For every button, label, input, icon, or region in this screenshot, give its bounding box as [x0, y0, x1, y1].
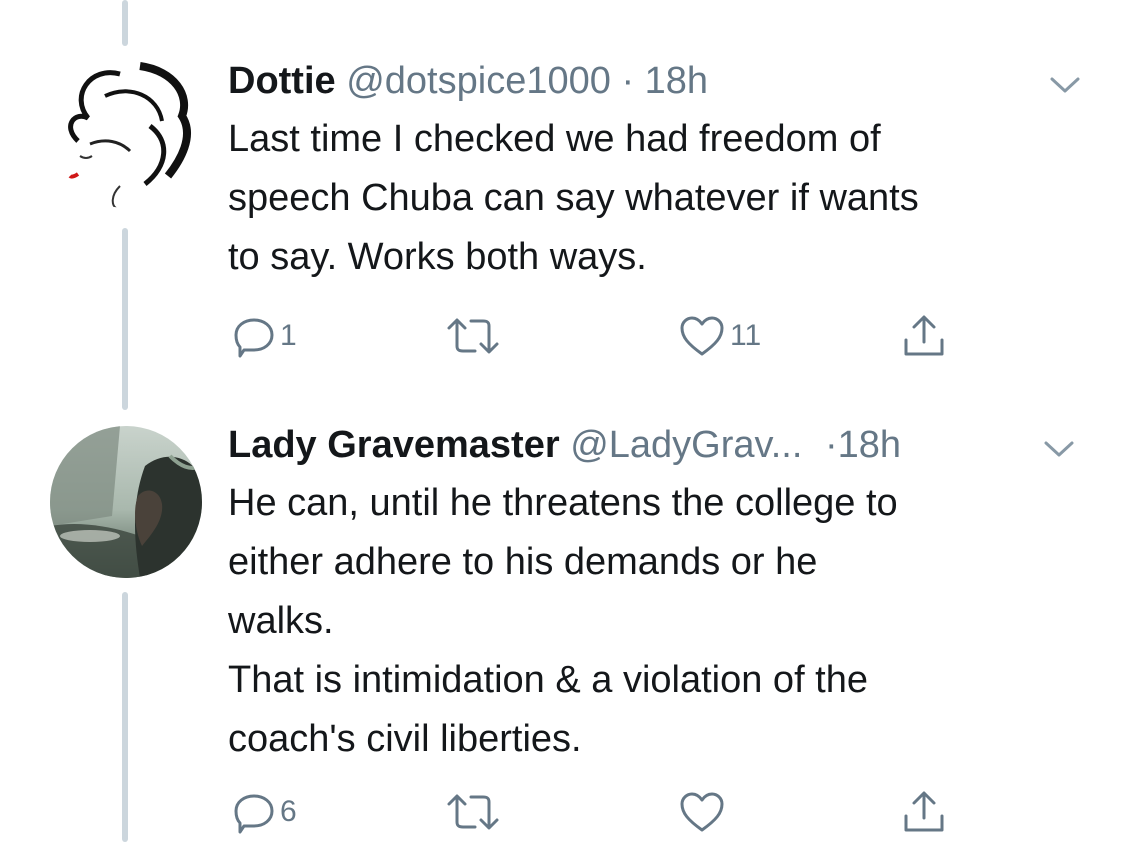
reply-button[interactable]: 6: [232, 790, 297, 834]
user-handle[interactable]: @LadyGrav...: [570, 424, 802, 466]
tweet-text-line: coach's civil liberties.: [228, 718, 582, 760]
timestamp[interactable]: 18h: [645, 60, 708, 102]
tweet-dottie[interactable]: Dottie @dotspice1000 · 18h Last time I c…: [0, 0, 1124, 400]
reply-icon: [232, 790, 276, 834]
avatar[interactable]: [50, 56, 202, 208]
tweet-actions: 1 11: [0, 306, 1124, 366]
tweet-text-line: He can, until he threatens the college t…: [228, 482, 898, 524]
retweet-icon: [445, 316, 501, 356]
reply-count: 6: [280, 795, 297, 828]
tweet-text-line: speech Chuba can say whatever if wants: [228, 177, 919, 219]
reply-count: 1: [280, 319, 297, 352]
tweet-text: Last time I checked we had freedom of sp…: [228, 110, 1078, 287]
retweet-button[interactable]: [445, 316, 505, 356]
tweet-text-line: to say. Works both ways.: [228, 236, 647, 278]
reply-button[interactable]: 1: [232, 314, 297, 358]
chevron-down-icon[interactable]: [1046, 66, 1084, 104]
separator-dot: ·: [621, 60, 635, 102]
tweet-text-line: Last time I checked we had freedom of: [228, 118, 881, 160]
tweet-text-line: either adhere to his demands or he: [228, 541, 818, 583]
tweet-text-line: That is intimidation & a violation of th…: [228, 659, 869, 701]
share-icon: [900, 788, 948, 836]
tweet-header: Lady Gravemaster @LadyGrav... ·18h: [228, 422, 901, 468]
tweet-lady-gravemaster[interactable]: Lady Gravemaster @LadyGrav... ·18h He ca…: [0, 400, 1124, 842]
tweet-actions: 6: [0, 782, 1124, 842]
heart-icon: [678, 790, 726, 834]
retweet-icon: [445, 792, 501, 832]
like-button[interactable]: [678, 790, 730, 834]
like-count: 11: [730, 319, 762, 352]
share-button[interactable]: [900, 788, 948, 836]
timestamp[interactable]: 18h: [838, 424, 901, 466]
tweet-header: Dottie @dotspice1000 · 18h: [228, 58, 708, 104]
user-handle[interactable]: @dotspice1000: [346, 60, 611, 102]
retweet-button[interactable]: [445, 792, 505, 832]
share-button[interactable]: [900, 312, 948, 360]
tweet-text: He can, until he threatens the college t…: [228, 474, 1078, 769]
share-icon: [900, 312, 948, 360]
tweet-text-line: walks.: [228, 600, 334, 642]
separator-dot: ·: [824, 424, 838, 466]
display-name[interactable]: Lady Gravemaster: [228, 424, 560, 466]
like-button[interactable]: 11: [678, 314, 761, 358]
display-name[interactable]: Dottie: [228, 60, 336, 102]
avatar[interactable]: [50, 426, 202, 578]
chevron-down-icon[interactable]: [1040, 430, 1078, 468]
reply-icon: [232, 314, 276, 358]
heart-icon: [678, 314, 726, 358]
